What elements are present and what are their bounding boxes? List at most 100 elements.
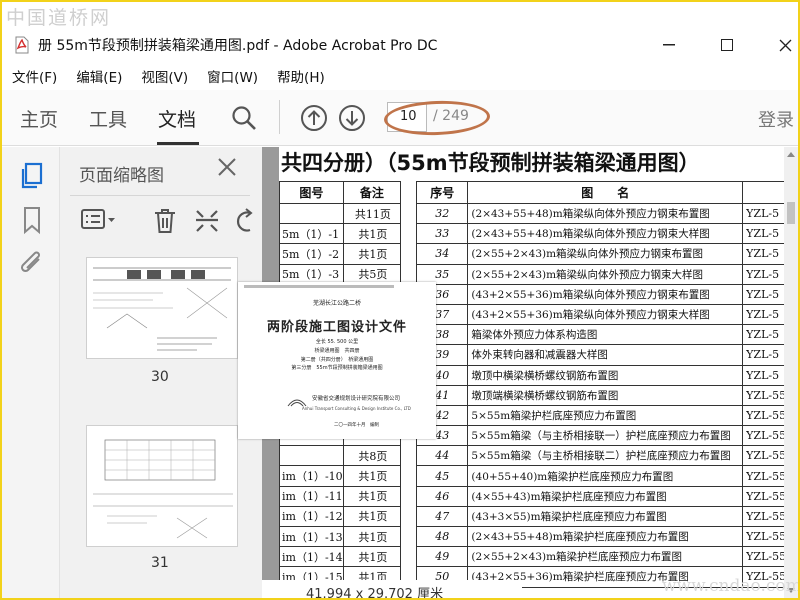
table-cell: 48 — [415, 525, 469, 548]
maximize-button[interactable] — [698, 28, 756, 62]
cover-date: 二〇一四年十月 编制 — [334, 423, 379, 428]
page-up-icon[interactable] — [300, 104, 328, 136]
table-row: 34 (2×55+2×43)m箱梁纵向体外预应力钢束布置图 YZL-5 — [415, 243, 784, 265]
menu-file[interactable]: 文件(F) — [12, 66, 57, 86]
table-cell: 46 — [415, 485, 469, 507]
attachment-icon[interactable] — [17, 249, 47, 279]
table-row: 5m（1）-2 共1页 — [279, 243, 402, 265]
left-rail — [2, 147, 60, 598]
table-cell: YZL-5 — [742, 324, 784, 346]
table-cell: 共11页 — [342, 202, 402, 225]
menu-window[interactable]: 窗口(W) — [207, 66, 258, 86]
menu-bar: 文件(F) 编辑(E) 视图(V) 窗口(W) 帮助(H) — [2, 64, 798, 88]
table-cell: 34 — [415, 243, 469, 265]
table-cell: (2×55+2×43)m箱梁纵向体外预应力钢束大样图 — [467, 263, 744, 285]
cover-line: 全长 55. 500 公里 — [315, 339, 359, 345]
table-cell: YZL-55 — [742, 465, 784, 487]
table-cell: YZL-55 — [742, 525, 784, 548]
table-row: 5m（1）-1 共1页 — [279, 223, 402, 245]
watermark-top: 中国道桥网 — [6, 7, 112, 29]
tab-home[interactable]: 主页 — [20, 105, 58, 132]
table-cell: YZL-5 — [742, 303, 784, 326]
table-cell: YZL-5 — [742, 243, 784, 265]
delete-icon[interactable] — [152, 207, 178, 239]
login-link[interactable]: 登录 — [758, 106, 794, 132]
page-size-status: 41.994 x 29.702 厘米 — [262, 580, 522, 598]
table-cell: YZL-5 — [742, 364, 784, 386]
thumbnail-panel: 页面缩略图 30 31 — [60, 147, 262, 598]
table-cell: 45 — [415, 465, 469, 487]
search-icon[interactable] — [231, 105, 257, 135]
scrollbar-thumb[interactable] — [787, 202, 795, 224]
page-thumbnail[interactable] — [86, 425, 238, 547]
table-cell: 共1页 — [342, 223, 402, 245]
page-thumbnail[interactable] — [86, 257, 238, 359]
table-cell: 共1页 — [342, 546, 402, 568]
minimize-button[interactable] — [640, 28, 698, 62]
watermark-bottom: www.cndao.com — [662, 576, 800, 596]
cover-line: 第三分册 55m节段预制拼装箱梁通用图 — [291, 365, 383, 371]
table-header: 备注 — [342, 181, 402, 204]
table-row: im（1）-13 共1页 — [279, 525, 402, 548]
cover-line: 第二册（共四分册） 桥梁通用图 — [300, 357, 374, 363]
table-cell: 共1页 — [342, 243, 402, 265]
table-row: 33 (2×43+55+48)m箱梁纵向体外预应力钢束大样图 YZL-5 — [415, 223, 784, 245]
panel-close-button[interactable] — [216, 155, 238, 185]
table-cell: YZL-55 — [742, 404, 784, 427]
options-icon[interactable] — [80, 207, 118, 237]
table-cell: 49 — [415, 546, 469, 568]
cover-top-line: 芜湖长江公路二桥 — [312, 300, 361, 307]
cover-preview: 芜湖长江公路二桥 两阶段施工图设计文件 全长 55. 500 公里 桥梁通用图 … — [238, 282, 436, 439]
thumbnails-icon[interactable] — [17, 161, 47, 191]
table-cell: YZL-55 — [742, 485, 784, 507]
table-header: 图 名 — [467, 181, 744, 204]
table-cell: (2×55+2×43)m箱梁护栏底座预应力布置图 — [467, 546, 744, 568]
table-row: 47 (43+3×55)m箱梁护栏底座预应力布置图 YZL-55 — [415, 505, 784, 528]
panel-divider — [70, 195, 250, 196]
table-row: 45 (40+55+40)m箱梁护栏底座预应力布置图 YZL-55 — [415, 465, 784, 487]
table-cell: 5×55m箱梁（与主桥相接联一）护栏底座预应力布置图 — [467, 425, 744, 447]
table-row: 40 墩顶中横梁横桥螺纹钢筋布置图 YZL-5 — [415, 364, 784, 386]
table-row: 44 5×55m箱梁（与主桥相接联二）护栏底座预应力布置图 YZL-55 — [415, 445, 784, 467]
table-cell: im（1）-14 — [279, 546, 344, 568]
active-tab-indicator — [157, 142, 199, 145]
thumbnail-label: 30 — [151, 369, 169, 385]
table-row: 49 (2×55+2×43)m箱梁护栏底座预应力布置图 YZL-55 — [415, 546, 784, 568]
table-cell: (2×43+55+48)m箱梁纵向体外预应力钢束布置图 — [467, 202, 744, 225]
cover-org: 安徽省交通规划设计研究院有限公司 — [312, 396, 401, 402]
tab-document[interactable]: 文档 — [158, 105, 196, 132]
menu-view[interactable]: 视图(V) — [141, 66, 188, 86]
table-header: 序号 — [415, 181, 469, 204]
table-row: 38 箱梁体外预应力体系构造图 YZL-5 — [415, 324, 784, 346]
table-cell: im（1）-10 — [279, 465, 344, 487]
table-cell: 体外束转向器和减震器大样图 — [467, 344, 744, 366]
table-row: 35 (2×55+2×43)m箱梁纵向体外预应力钢束大样图 YZL-5 — [415, 263, 784, 285]
table-cell: YZL-55 — [742, 384, 784, 406]
cover-org-en: Anhui Transport Consulting & Design Inst… — [302, 406, 411, 411]
table-cell: YZL-55 — [742, 546, 784, 568]
close-button[interactable] — [756, 28, 798, 62]
table-header: 图号 — [279, 181, 344, 204]
bookmark-icon[interactable] — [17, 205, 47, 235]
vertical-scrollbar[interactable] — [784, 147, 798, 598]
extract-icon[interactable] — [194, 207, 220, 239]
table-header — [742, 181, 784, 204]
table-row: 37 (43+2×55+36)m箱梁纵向体外预应力钢束大样图 YZL-5 — [415, 303, 784, 326]
menu-edit[interactable]: 编辑(E) — [76, 66, 122, 86]
table-cell: 5m（1）-1 — [279, 223, 344, 245]
page-down-icon[interactable] — [338, 104, 366, 136]
table-cell: YZL-55 — [742, 445, 784, 467]
table-cell: (40+55+40)m箱梁护栏底座预应力布置图 — [467, 465, 744, 487]
table-cell: YZL-5 — [742, 344, 784, 366]
table-cell: 47 — [415, 505, 469, 528]
document-heading: 共四分册）（55m节段预制拼装箱梁通用图） — [281, 151, 700, 175]
table-cell: 5m（1）-2 — [279, 243, 344, 265]
table-cell: YZL-5 — [742, 283, 784, 305]
tab-tools[interactable]: 工具 — [89, 105, 127, 132]
table-row: 36 (43+2×55+36)m箱梁纵向体外预应力钢束布置图 YZL-5 — [415, 283, 784, 305]
table-row: 41 墩顶端横梁横桥螺纹钢筋布置图 YZL-55 — [415, 384, 784, 406]
rotate-icon[interactable] — [234, 207, 256, 239]
table-cell: (43+2×55+36)m箱梁纵向体外预应力钢束大样图 — [467, 303, 744, 326]
menu-help[interactable]: 帮助(H) — [277, 66, 325, 86]
table-row: 43 5×55m箱梁（与主桥相接联一）护栏底座预应力布置图 YZL-55 — [415, 425, 784, 447]
